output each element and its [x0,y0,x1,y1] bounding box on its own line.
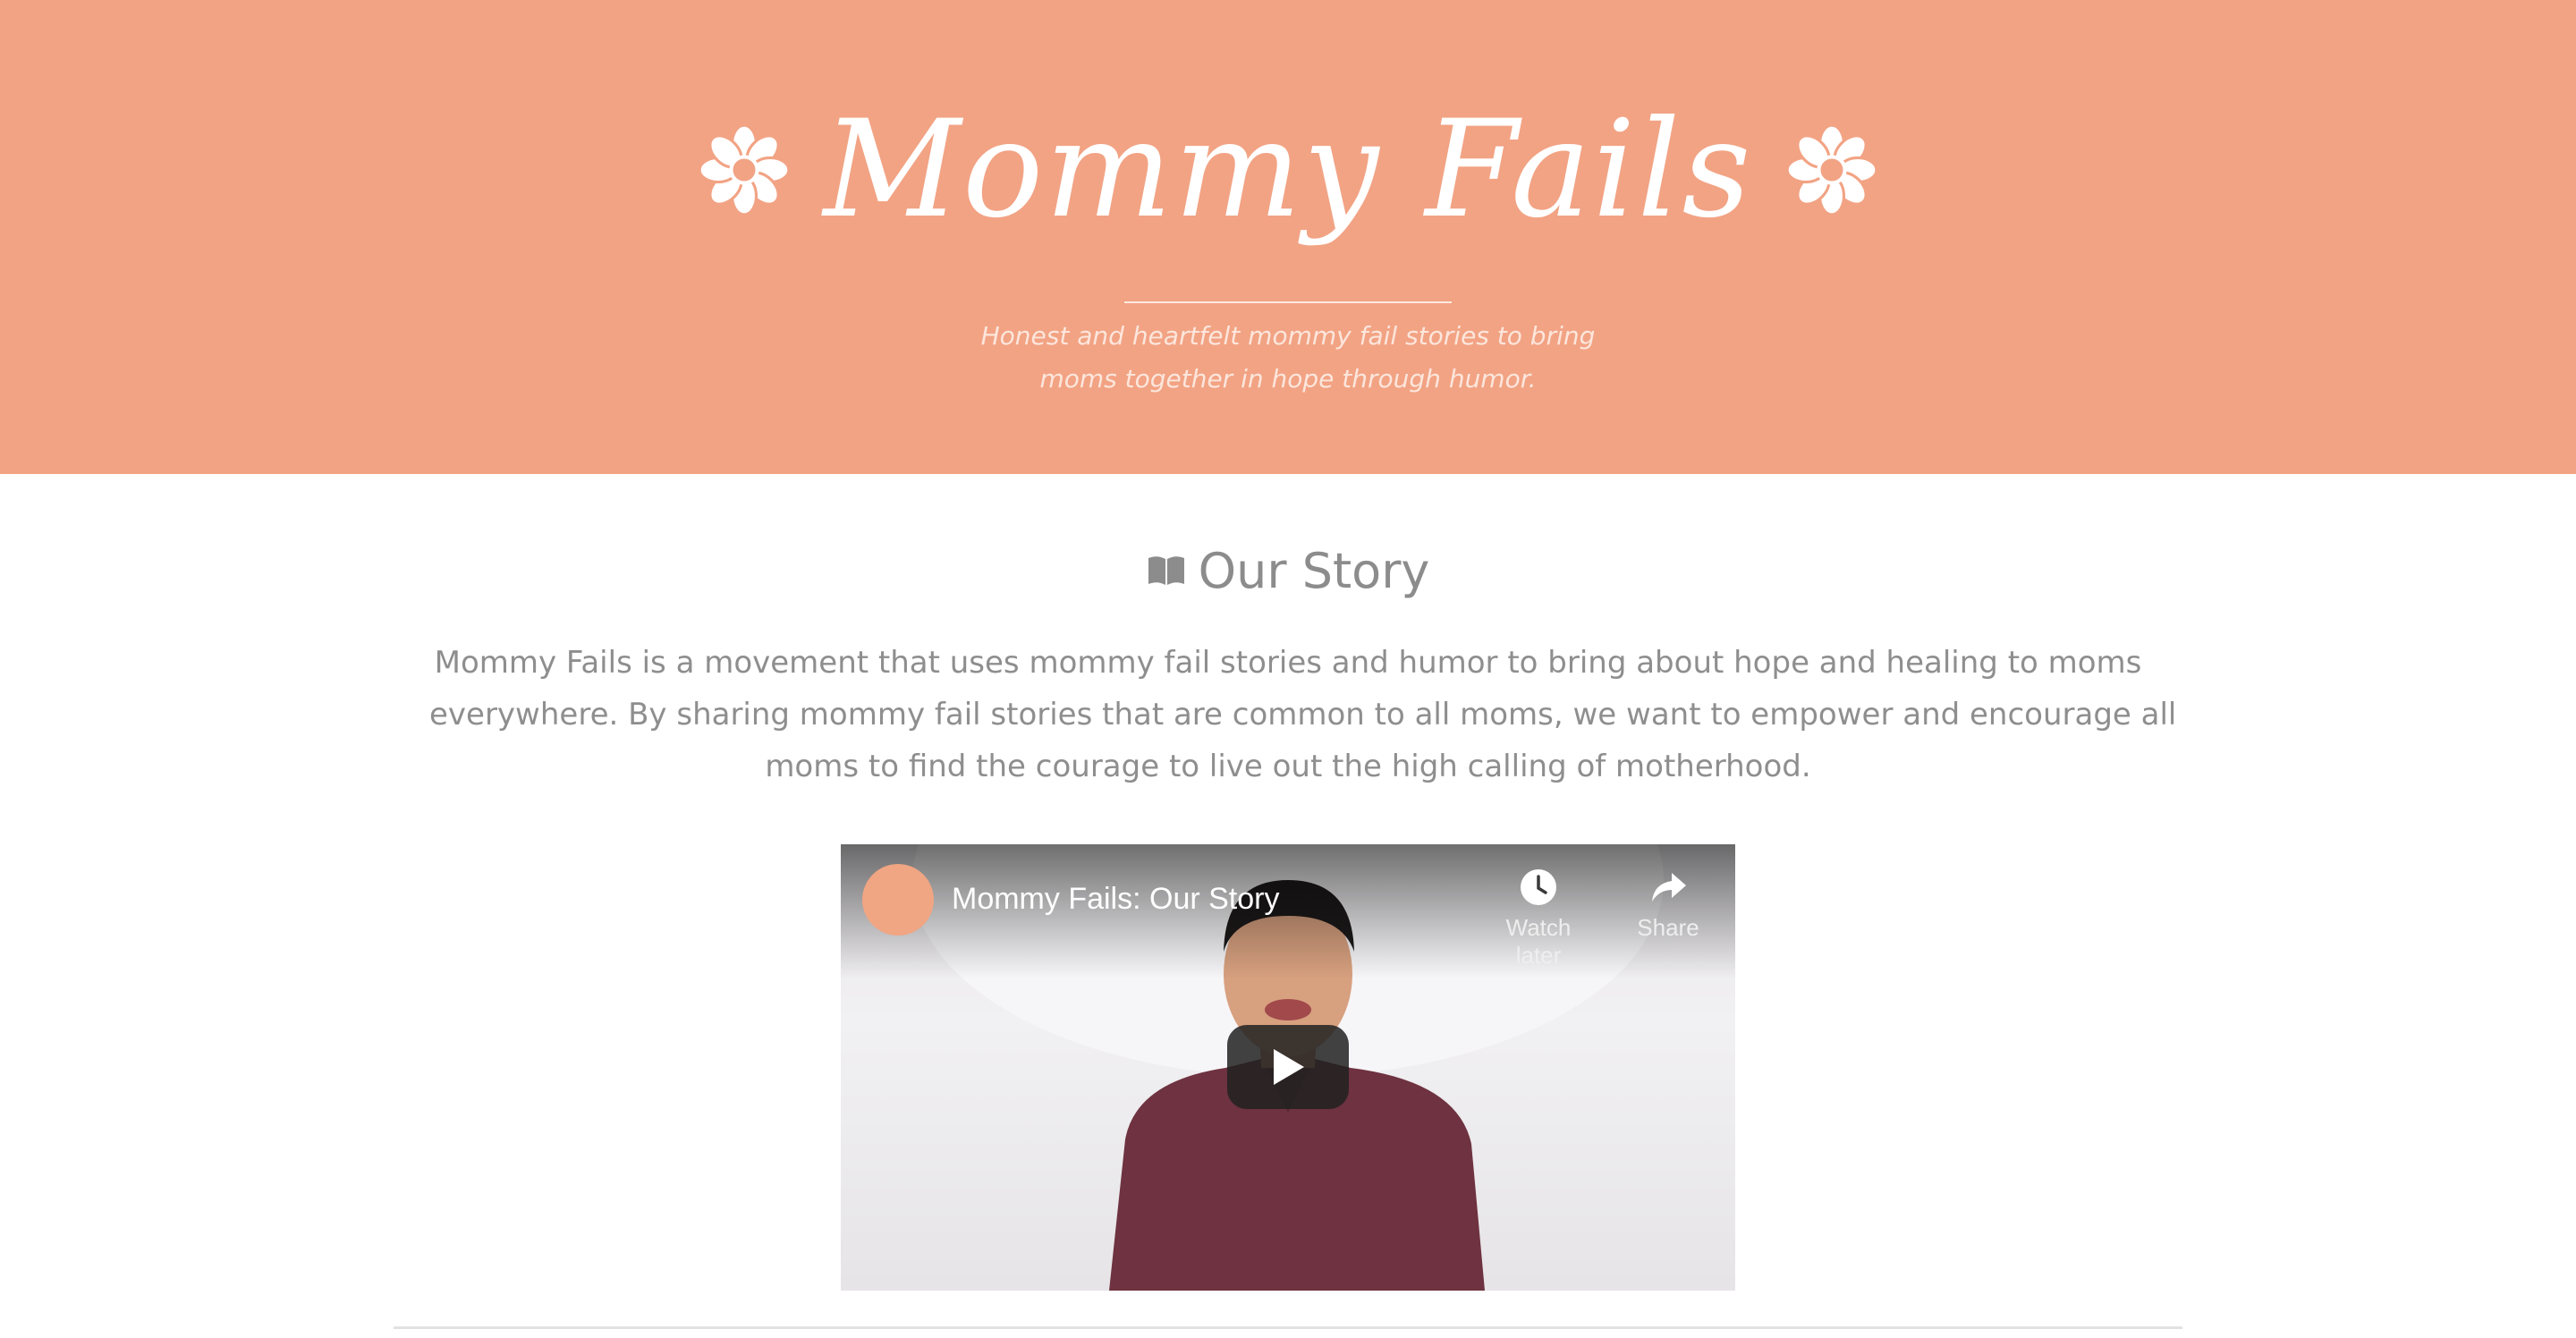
header-divider [1124,301,1452,303]
story-paragraph: Mommy Fails is a movement that uses momm… [429,637,2177,792]
play-icon [1274,1049,1304,1085]
share-button[interactable]: Share [1614,868,1722,948]
share-arrow-icon [1652,873,1686,902]
story-line: moms to find the courage to live out the… [765,749,1811,784]
site-header: Mommy Fails Honest and heartfelt mommy f… [0,0,2576,474]
video-embed[interactable]: Mommy Fails: Our Story Watch later Share [841,844,1735,1291]
section-heading-text: Our Story [1198,542,1430,599]
section-heading: Our Story [0,537,2576,605]
section-divider [394,1326,2182,1329]
video-title[interactable]: Mommy Fails: Our Story [952,882,1279,917]
tagline-line: Honest and heartfelt mommy fail stories … [980,321,1596,351]
flower-icon [1785,123,1877,216]
play-button[interactable] [1227,1025,1349,1109]
tagline-line: moms together in hope through humor. [1039,364,1537,394]
flower-icon [698,123,791,216]
tagline: Honest and heartfelt mommy fail stories … [841,315,1735,401]
logo-text: Mommy Fails [823,92,1753,248]
story-line: everywhere. By sharing mommy fail storie… [429,697,2177,733]
clock-icon [1521,869,1556,905]
watch-later-label: Watch later [1505,914,1572,969]
site-logo[interactable]: Mommy Fails [0,72,2576,268]
share-label: Share [1637,914,1699,941]
channel-avatar[interactable] [862,864,934,936]
book-icon [1148,556,1184,585]
story-line: Mommy Fails is a movement that uses momm… [434,645,2142,681]
watch-later-button[interactable]: Watch later [1485,868,1592,969]
